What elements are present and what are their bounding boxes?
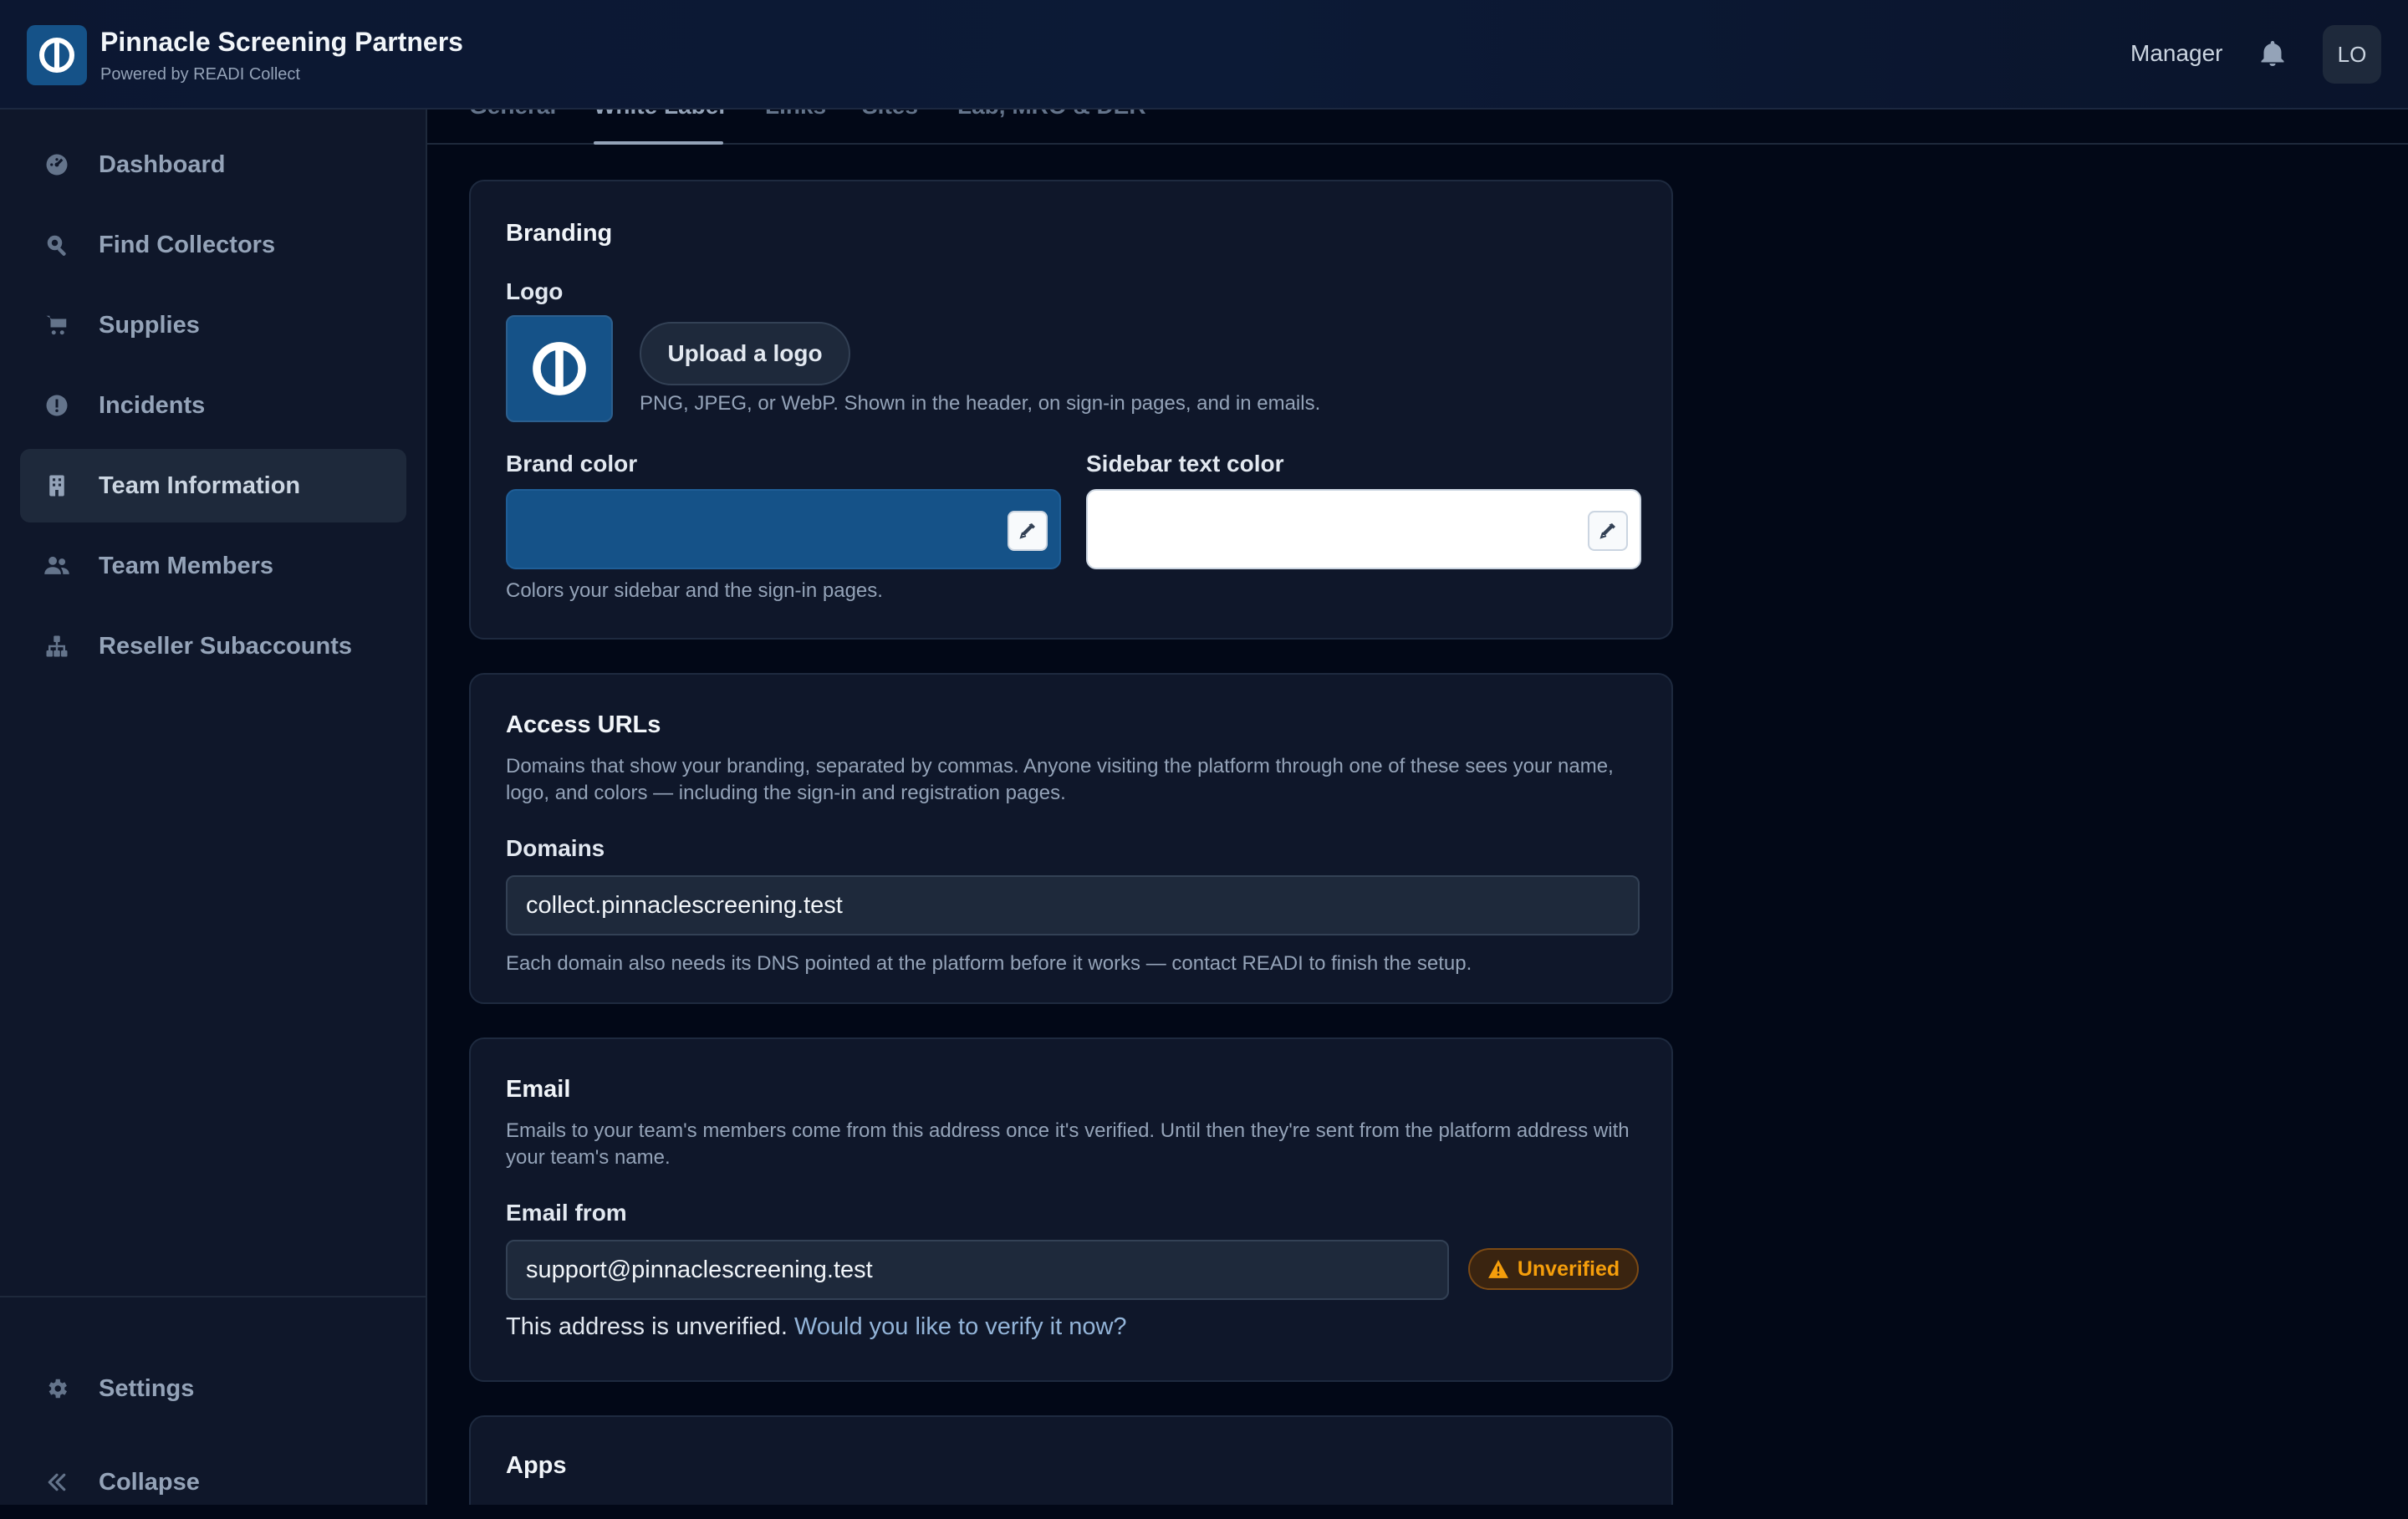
sidebar-item-label: Team Information: [99, 472, 301, 499]
hierarchy-icon: [42, 631, 72, 661]
alert-icon: [42, 390, 72, 421]
tab-white-label[interactable]: White Label: [594, 110, 725, 120]
email-card: Email Emails to your team's members come…: [469, 1037, 1673, 1382]
sidebar-item-label: Reseller Subaccounts: [99, 632, 352, 660]
powered-by: Powered by READI Collect: [100, 65, 300, 84]
active-tab-indicator: [594, 141, 723, 145]
apps-card: Apps: [469, 1415, 1673, 1505]
sidebar-item-label: Find Collectors: [99, 231, 276, 258]
email-from-input[interactable]: support@pinnaclescreening.test: [506, 1240, 1449, 1300]
email-description: Emails to your team's members come from …: [506, 1119, 1630, 1169]
cart-icon: [42, 310, 72, 340]
eyedropper-icon[interactable]: [1588, 511, 1628, 551]
sidebar-item-label: Team Members: [99, 552, 273, 579]
sidebar-text-color-label: Sidebar text color: [1086, 451, 1284, 477]
tab-lab-mro-der[interactable]: Lab, MRO & DER: [957, 110, 1146, 120]
access-urls-card: Access URLs Domains that show your brand…: [469, 673, 1673, 1004]
sidebar-text-color-field[interactable]: [1086, 489, 1641, 569]
users-icon: [42, 551, 72, 581]
unverified-text: This address is unverified.: [506, 1313, 788, 1340]
sidebar-item-dashboard[interactable]: Dashboard: [20, 128, 406, 201]
bell-icon[interactable]: [2258, 37, 2291, 74]
apps-title: Apps: [506, 1452, 567, 1479]
building-icon: [42, 471, 72, 501]
logo-label: Logo: [506, 278, 564, 304]
sidebar-item-find-collectors[interactable]: Find Collectors: [20, 208, 406, 282]
sidebar-item-team-members[interactable]: Team Members: [20, 529, 406, 603]
tab-general[interactable]: General: [469, 110, 556, 120]
status-badge-label: Unverified: [1517, 1256, 1620, 1281]
brand-color-label: Brand color: [506, 451, 638, 477]
logo-preview: [506, 315, 613, 422]
collapse-label: Collapse: [99, 1468, 200, 1496]
avatar[interactable]: LO: [2323, 25, 2381, 84]
dashboard-icon: [42, 150, 72, 180]
access-urls-title: Access URLs: [506, 711, 661, 738]
verify-link[interactable]: Would you like to verify it now?: [794, 1313, 1127, 1340]
sidebar-divider: [0, 1296, 427, 1297]
role-switcher[interactable]: Manager: [2130, 40, 2223, 67]
access-urls-description: Domains that show your branding, separat…: [506, 755, 1614, 804]
gear-icon: [42, 1374, 72, 1404]
brand-color-field[interactable]: [506, 489, 1061, 569]
collapse-button[interactable]: Collapse: [20, 1445, 406, 1519]
email-from-label: Email from: [506, 1200, 627, 1226]
tab-sites[interactable]: Sites: [862, 110, 918, 120]
logo-preview-icon: [533, 342, 586, 395]
team-name: Pinnacle Screening Partners: [100, 27, 463, 57]
sidebar-item-reseller-subaccounts[interactable]: Reseller Subaccounts: [20, 609, 406, 683]
sidebar-item-label: Dashboard: [99, 150, 226, 178]
sidebar-item-supplies[interactable]: Supplies: [20, 288, 406, 362]
warning-icon: [1487, 1260, 1508, 1278]
domains-input[interactable]: collect.pinnaclescreening.test: [506, 875, 1640, 935]
sidebar-item-settings[interactable]: Settings: [20, 1352, 406, 1425]
domains-label: Domains: [506, 835, 605, 861]
tab-links[interactable]: Links: [765, 110, 826, 120]
search-icon: [42, 230, 72, 260]
email-title: Email: [506, 1076, 571, 1103]
status-badge: Unverified: [1468, 1248, 1639, 1290]
branding-title: Branding: [506, 220, 613, 247]
verify-message: This address is unverified. Would you li…: [506, 1313, 1127, 1341]
brand-logo-icon: [39, 38, 74, 73]
sidebar: Dashboard Find Collectors Supplies Incid…: [0, 110, 427, 1505]
sidebar-item-label: Incidents: [99, 391, 206, 419]
domains-help-text: Each domain also needs its DNS pointed a…: [506, 952, 1472, 975]
logo-help-text: PNG, JPEG, or WebP. Shown in the header,…: [640, 392, 1321, 415]
brand-logo[interactable]: [27, 25, 87, 85]
sidebar-item-team-information[interactable]: Team Information: [20, 449, 406, 522]
eyedropper-icon[interactable]: [1008, 511, 1048, 551]
settings-tabs: General White Label Links Sites Lab, MRO…: [427, 110, 2408, 145]
top-header: Pinnacle Screening Partners Powered by R…: [0, 0, 2408, 110]
sidebar-item-incidents[interactable]: Incidents: [20, 369, 406, 442]
chevrons-left-icon: [42, 1467, 72, 1497]
sidebar-item-label: Supplies: [99, 311, 200, 339]
color-help-text: Colors your sidebar and the sign-in page…: [506, 579, 883, 602]
main-content: General White Label Links Sites Lab, MRO…: [427, 110, 2408, 1505]
upload-logo-button[interactable]: Upload a logo: [640, 322, 850, 385]
sidebar-item-label: Settings: [99, 1374, 195, 1402]
branding-card: Branding Logo Upload a logo PNG, JPEG, o…: [469, 180, 1673, 640]
